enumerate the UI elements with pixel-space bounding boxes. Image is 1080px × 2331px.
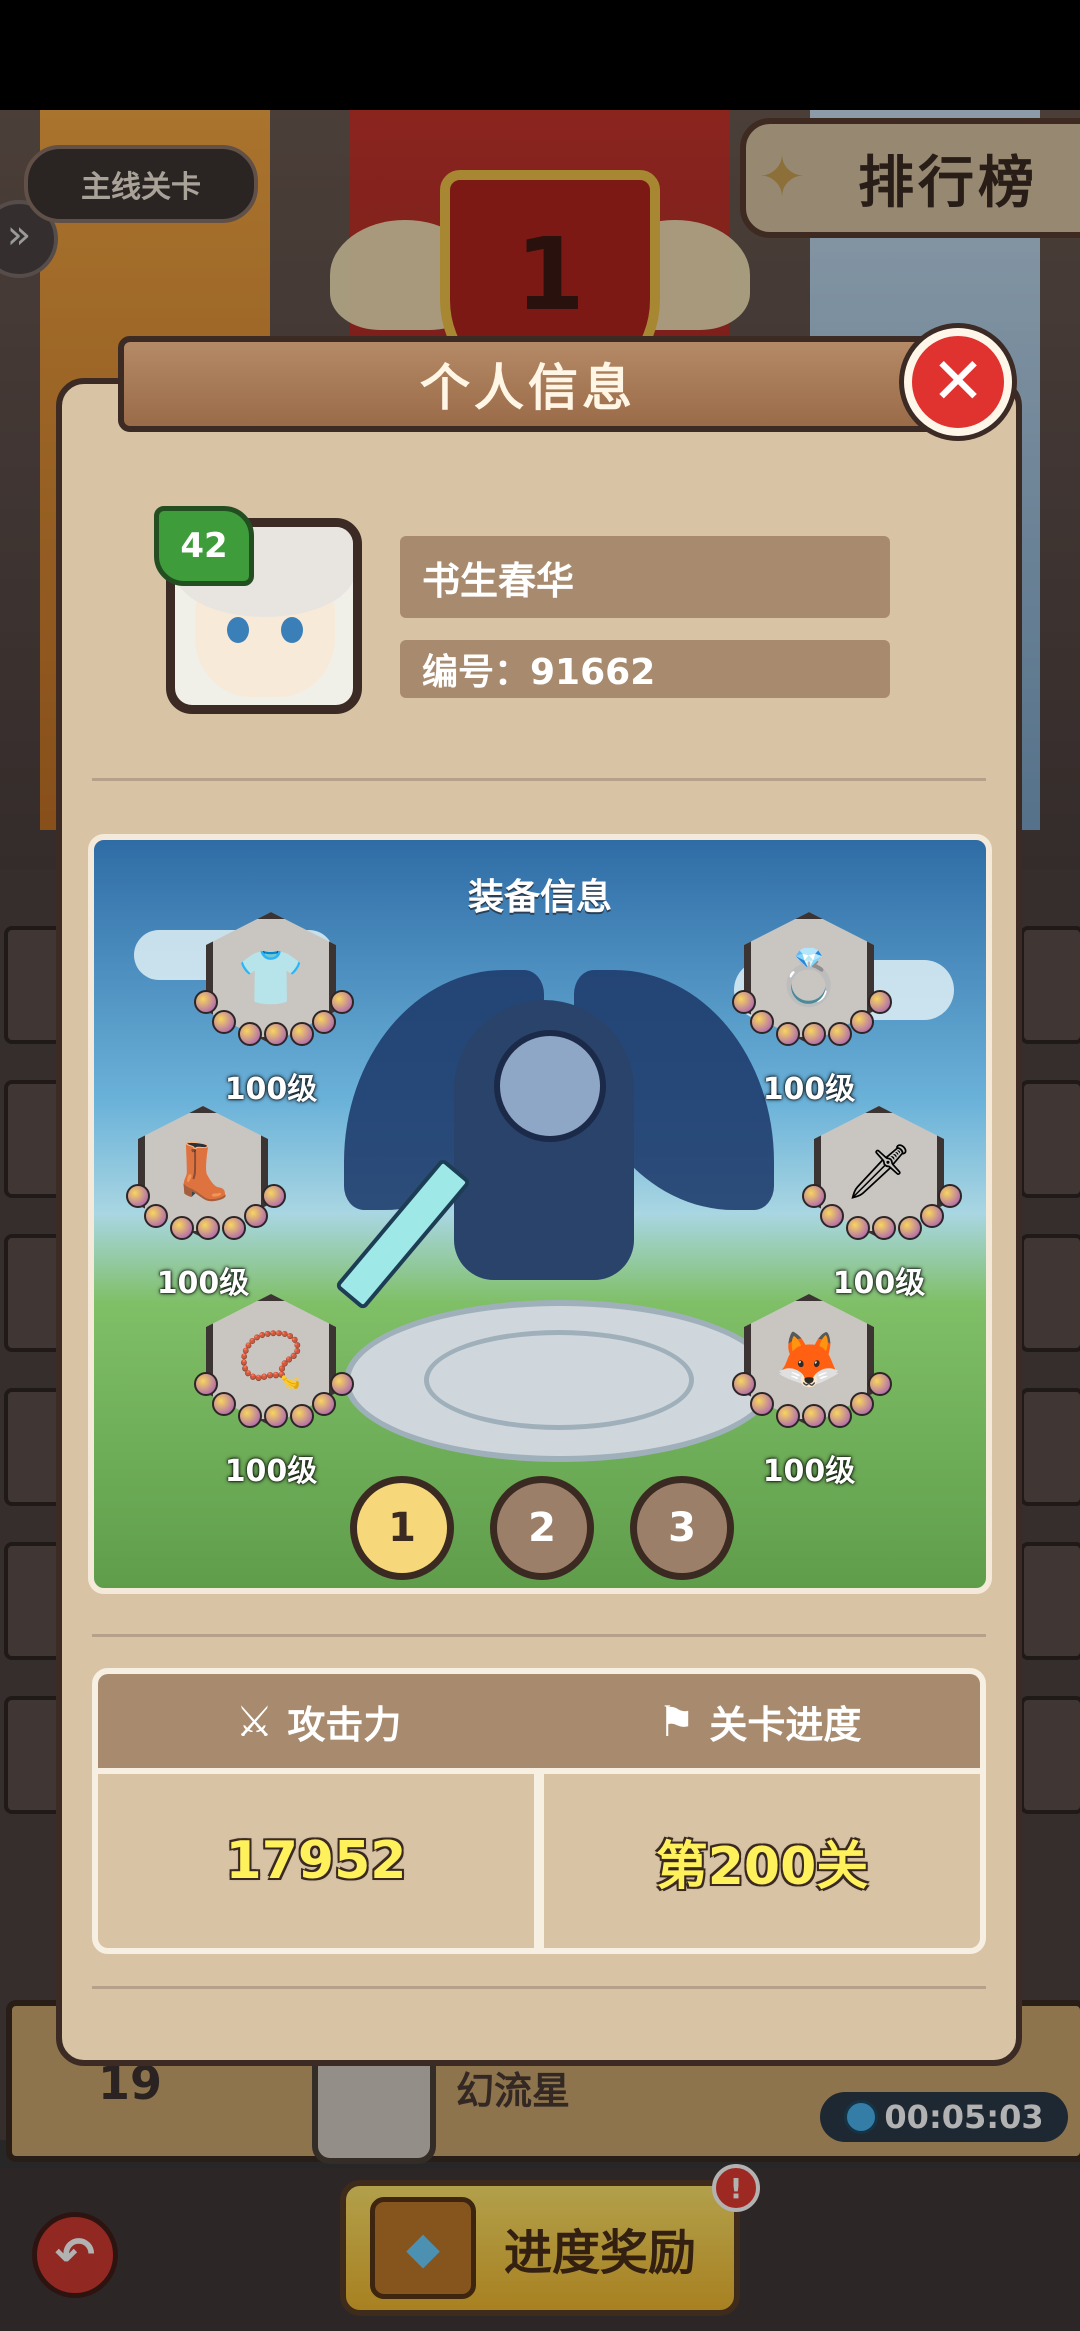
equip-page-1-button[interactable]: 1 xyxy=(350,1476,454,1580)
equip-slot-armor[interactable]: 👕 100级 xyxy=(194,912,354,1107)
close-button[interactable]: ✕ xyxy=(904,328,1012,436)
modal-title: 个人信息 xyxy=(118,336,938,432)
status-bar xyxy=(0,0,1080,110)
upgrade-dots xyxy=(194,1364,354,1428)
equipment-panel: 装备信息 👕 100级 💍 100级 👢 100级 🗡 100级 📿 100级 … xyxy=(88,834,992,1594)
upgrade-dots xyxy=(126,1176,286,1240)
equip-slot-boots[interactable]: 👢 100级 xyxy=(126,1106,286,1301)
equip-page-2-button[interactable]: 2 xyxy=(490,1476,594,1580)
divider xyxy=(92,1986,986,1989)
player-level-badge: 42 xyxy=(154,506,254,586)
avatar-eye xyxy=(227,617,249,643)
equip-level: 100级 xyxy=(762,1072,856,1107)
equip-slot-necklace[interactable]: 📿 100级 xyxy=(194,1294,354,1489)
upgrade-dots xyxy=(732,982,892,1046)
crossed-swords-icon: ⚔ xyxy=(235,1696,274,1746)
stats-table: ⚔ 攻击力 ⚑ 关卡进度 17952 第200关 xyxy=(92,1668,986,1954)
equip-level: 100级 xyxy=(224,1072,318,1107)
equip-slot-ring[interactable]: 💍 100级 xyxy=(732,912,892,1107)
equip-slot-weapon[interactable]: 🗡 100级 xyxy=(802,1106,962,1301)
divider xyxy=(92,778,986,781)
divider xyxy=(92,1634,986,1637)
player-id: 编号：91662 xyxy=(400,640,890,698)
close-icon: ✕ xyxy=(931,345,985,419)
attack-label: 攻击力 xyxy=(287,1702,402,1747)
attack-header: ⚔ 攻击力 xyxy=(98,1674,539,1768)
summoning-circle-inner xyxy=(424,1330,694,1430)
player-name: 书生春华 xyxy=(400,536,890,618)
progress-label: 关卡进度 xyxy=(709,1702,862,1747)
stage-flag-icon: ⚑ xyxy=(657,1696,696,1746)
upgrade-dots xyxy=(194,982,354,1046)
equip-level: 100级 xyxy=(762,1454,856,1489)
upgrade-dots xyxy=(802,1176,962,1240)
equip-level: 100级 xyxy=(224,1454,318,1489)
attack-value: 17952 xyxy=(98,1774,534,1948)
progress-value: 第200关 xyxy=(544,1774,980,1948)
upgrade-dots xyxy=(732,1364,892,1428)
equip-slot-mask[interactable]: 🦊 100级 xyxy=(732,1294,892,1489)
progress-header: ⚑ 关卡进度 xyxy=(539,1674,980,1768)
hero-head xyxy=(494,1030,606,1142)
avatar-eye xyxy=(281,617,303,643)
equip-page-3-button[interactable]: 3 xyxy=(630,1476,734,1580)
